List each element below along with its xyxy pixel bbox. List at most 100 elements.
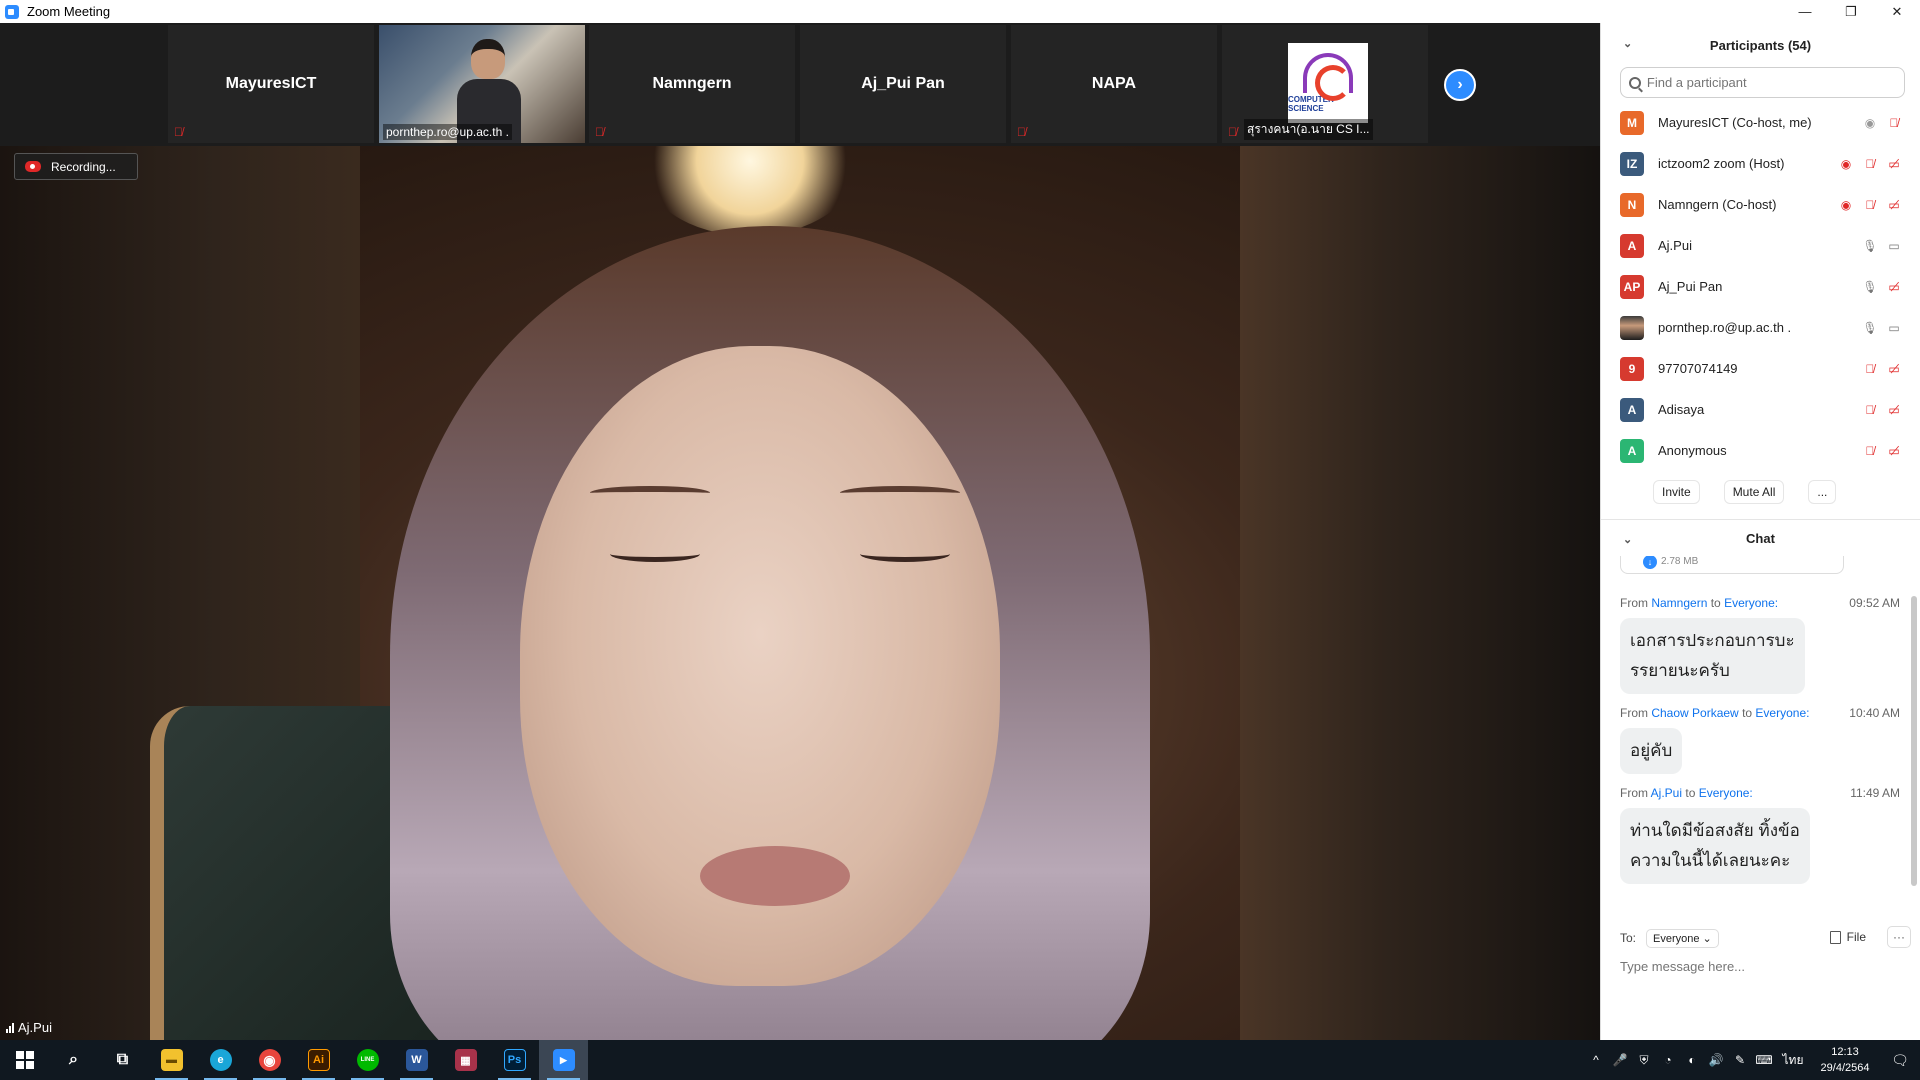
edge-icon: e: [209, 1049, 232, 1071]
volume-icon[interactable]: 🔊: [1704, 1053, 1728, 1067]
taskbar-edge[interactable]: e: [196, 1040, 245, 1080]
participant-row[interactable]: pornthep.ro@up.ac.th . 🎙 ▭: [1601, 307, 1920, 348]
taskbar-chrome[interactable]: ◉: [245, 1040, 294, 1080]
participant-search[interactable]: [1620, 67, 1905, 98]
window-title: Zoom Meeting: [27, 4, 111, 19]
participant-tile-namngern[interactable]: 🎙̸ Namngern: [589, 25, 797, 143]
title-bar: Zoom Meeting — ❐ ✕: [0, 0, 1920, 23]
line-icon: LINE: [356, 1049, 379, 1071]
sender-name[interactable]: Chaow Porkaew: [1651, 706, 1738, 720]
camera-off-icon: ▭̸: [1888, 361, 1900, 376]
microphone-icon: 🎙: [1862, 238, 1878, 253]
network-icon[interactable]: ◔: [1656, 1053, 1680, 1067]
sender-name[interactable]: Aj.Pui: [1651, 786, 1682, 800]
security-icon[interactable]: ⛨: [1632, 1053, 1656, 1068]
taskbar-word[interactable]: W: [392, 1040, 441, 1080]
message-bubble: เอกสารประกอบการบะ รรยายนะครับ: [1620, 618, 1805, 694]
mute-all-button[interactable]: Mute All: [1723, 480, 1785, 504]
participant-row[interactable]: N Namngern (Co-host) ◉ 🎙̸ ▭̸: [1601, 184, 1920, 225]
message-time: 09:52 AM: [1849, 596, 1900, 610]
taskbar-app[interactable]: ▦: [441, 1040, 490, 1080]
participant-row[interactable]: IZ ictzoom2 zoom (Host) ◉ 🎙̸ ▭̸: [1601, 143, 1920, 184]
participant-row[interactable]: 9 97707074149 🎙̸ ▭̸: [1601, 348, 1920, 389]
recording-icon: ◉: [1840, 156, 1852, 171]
avatar: A: [1620, 397, 1644, 422]
more-options-button[interactable]: ...: [1808, 480, 1837, 504]
file-size: 2.78 MB: [1661, 556, 1699, 567]
search-input[interactable]: [1646, 75, 1904, 90]
file-icon: [1829, 930, 1841, 944]
microphone-icon: 🎙: [1862, 279, 1878, 294]
from-word: From: [1620, 596, 1648, 610]
sender-name[interactable]: Namngern: [1651, 596, 1707, 610]
participant-row[interactable]: A Adisaya 🎙̸ ▭̸: [1601, 389, 1920, 430]
tile-name: MayuresICT: [225, 75, 317, 92]
recording-indicator[interactable]: Recording...: [14, 153, 138, 180]
task-view-icon: ⧉: [116, 1051, 129, 1068]
taskbar-search[interactable]: ⌕: [49, 1040, 98, 1080]
from-word: From: [1620, 786, 1648, 800]
file-button[interactable]: File: [1829, 930, 1866, 944]
avatar: N: [1620, 192, 1644, 217]
chat-more-button[interactable]: ···: [1887, 926, 1911, 948]
participant-tile-napa[interactable]: 🎙̸ NAPA: [1011, 25, 1219, 143]
participant-tile-mayuresict[interactable]: MayuresICT 🎙̸: [168, 25, 376, 143]
taskbar-zoom[interactable]: ▶: [539, 1040, 588, 1080]
message-line: เอกสารประกอบการบะ: [1630, 631, 1795, 650]
invite-button[interactable]: Invite: [1653, 480, 1700, 504]
notification-icon[interactable]: 🗨: [1880, 1052, 1920, 1069]
participant-status-icons: 🎙̸ ▭̸: [1862, 361, 1902, 376]
taskbar-illustrator[interactable]: Ai: [294, 1040, 343, 1080]
microphone-muted-icon: 🎙̸: [1865, 361, 1875, 376]
microphone-muted-icon: 🎙̸: [1865, 443, 1875, 458]
to-word: to: [1685, 786, 1696, 800]
tile-caption: pornthep.ro@up.ac.th .: [383, 124, 512, 140]
keyboard-icon[interactable]: ⌨: [1752, 1053, 1776, 1067]
chat-scrollbar[interactable]: [1911, 596, 1917, 886]
participant-name: MayuresICT (Co-host, me): [1658, 115, 1812, 130]
chevron-up-icon[interactable]: ^: [1584, 1053, 1608, 1067]
recipient-select[interactable]: Everyone ⌄: [1646, 928, 1719, 948]
next-page-button[interactable]: ›: [1444, 69, 1476, 101]
taskbar-photoshop[interactable]: Ps: [490, 1040, 539, 1080]
illustrator-icon: Ai: [307, 1049, 330, 1071]
flag-icon: ▦: [454, 1049, 477, 1071]
participant-tile-pornthep[interactable]: pornthep.ro@up.ac.th .: [379, 25, 587, 143]
participant-row[interactable]: A Aj.Pui 🎙 ▭: [1601, 225, 1920, 266]
clock[interactable]: 12:13 29/4/2564: [1810, 1044, 1880, 1076]
recipient-name[interactable]: Everyone:: [1724, 596, 1778, 610]
minimize-button[interactable]: —: [1782, 0, 1828, 23]
recipient-name[interactable]: Everyone:: [1699, 786, 1753, 800]
close-button[interactable]: ✕: [1874, 0, 1920, 23]
camera-icon: ▭: [1888, 238, 1900, 253]
chat-header: ⌄ Chat: [1601, 520, 1920, 556]
chevron-down-icon[interactable]: ⌄: [1623, 37, 1632, 50]
mic-muted-icon: 🎙̸: [595, 125, 604, 139]
chevron-down-icon[interactable]: ⌄: [1623, 533, 1632, 546]
microphone-icon[interactable]: 🎤: [1608, 1053, 1632, 1067]
taskbar-file-explorer[interactable]: ▬: [147, 1040, 196, 1080]
participant-row[interactable]: A Anonymous 🎙̸ ▭̸: [1601, 430, 1920, 471]
participant-tile-aj-pui-pan[interactable]: Aj_Pui Pan: [800, 25, 1008, 143]
message-line: ท่านใดมีข้อสงสัย ทิ้งข้อ: [1630, 821, 1800, 840]
chat-input[interactable]: [1620, 959, 1900, 974]
participant-row[interactable]: AP Aj_Pui Pan 🎙 ▭̸: [1601, 266, 1920, 307]
pen-icon[interactable]: ✎: [1728, 1053, 1752, 1067]
participant-tile-surangkana[interactable]: COMPUTER SCIENCE 🎙̸ สุรางคนา(อ.นาย CS I.…: [1222, 25, 1430, 143]
chat-message: From Aj.Pui to Everyone: 11:49 AM ท่านใดม…: [1620, 786, 1900, 884]
microphone-muted-icon: 🎙̸: [1865, 402, 1875, 417]
restore-button[interactable]: ❐: [1828, 0, 1874, 23]
participant-name: Adisaya: [1658, 402, 1705, 417]
camera-off-icon: ▭̸: [1888, 279, 1900, 294]
recipient-name[interactable]: Everyone:: [1755, 706, 1809, 720]
avatar: A: [1620, 438, 1644, 463]
start-button[interactable]: [0, 1040, 49, 1080]
task-view-button[interactable]: ⧉: [98, 1040, 147, 1080]
file-attachment[interactable]: ↓ 2.78 MB: [1620, 556, 1844, 574]
language-indicator[interactable]: ไทย: [1776, 1051, 1810, 1070]
participant-row[interactable]: M MayuresICT (Co-host, me) ◉ 🎙̸: [1601, 102, 1920, 143]
windows-icon: [15, 1051, 34, 1069]
participant-name: ictzoom2 zoom (Host): [1658, 156, 1785, 171]
taskbar-line[interactable]: LINE: [343, 1040, 392, 1080]
wifi-icon[interactable]: ◐: [1680, 1053, 1704, 1067]
